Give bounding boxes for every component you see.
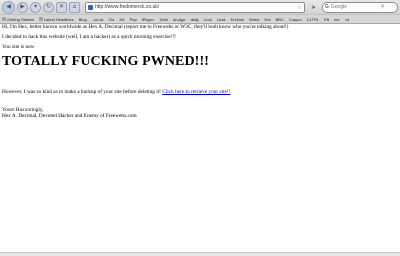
now-text: You site is now [2,44,35,50]
bookmark-item[interactable]: BBC [276,17,284,22]
google-icon: G [325,4,329,10]
window-bottom-edge [0,252,400,256]
bookmark-item[interactable]: Hot [264,17,270,22]
signature-text: Hex A. Decimal, Devoted Hacker and Enemy… [2,113,137,120]
backup-text: However, I was so kind as to make a back… [2,89,161,95]
browser-chrome: ◀ ▶ ▾ ↻ ✕ ⌂ http://www.fredomerck.co.uk/… [0,0,400,24]
bookmark-item[interactable]: daily [190,17,198,22]
bookmark-item[interactable]: Crayon [289,17,302,22]
rss-icon [38,17,43,21]
bookmark-star-icon[interactable]: ☆ [297,4,302,11]
navigation-toolbar: ◀ ▶ ▾ ↻ ✕ ⌂ http://www.fredomerck.co.uk/… [0,0,400,14]
address-bar[interactable]: http://www.fredomerck.co.uk/ ☆ [85,1,305,13]
retrieve-site-link[interactable]: Click here to retrieve your site!! [162,89,230,95]
dropdown-icon[interactable]: ▾ [30,1,41,13]
reload-icon[interactable]: ↻ [43,1,54,13]
bookmark-item[interactable]: Ctz [109,17,115,22]
forward-icon[interactable]: ▶ [17,1,28,13]
hack-text: I decided to hack this website (well, I … [2,34,176,40]
bookmark-icon [2,17,6,21]
bookmark-overflow[interactable]: »d [345,17,349,22]
address-url[interactable]: http://www.fredomerck.co.uk/ [95,4,297,10]
bookmark-item[interactable]: Leak [217,17,226,22]
backup-paragraph: However, I was so kind as to make a back… [2,89,230,95]
bookmark-item[interactable]: Erekink [231,17,244,22]
go-icon[interactable]: ➤ [309,3,318,12]
bookmark-item[interactable]: Eff [324,17,329,22]
page-headline: TOTALLY FUCKING PWNED!!! [2,54,209,69]
bookmark-item[interactable]: N4 [120,17,125,22]
bookmark-item[interactable]: Latest Headlines [38,17,74,22]
bookmark-item[interactable]: ..co.uk [92,17,104,22]
stop-icon[interactable]: ✕ [56,1,67,13]
bookmark-item[interactable]: Cool [204,17,212,22]
bookmark-item[interactable]: ree [334,17,340,22]
bookmark-item[interactable]: iPlayer [142,17,154,22]
bookmark-item[interactable]: Getting Started [2,17,34,22]
bookmark-item[interactable]: Pop [130,17,137,22]
search-input[interactable] [330,4,381,10]
bookmark-item[interactable]: drudge [173,17,185,22]
bookmark-item[interactable]: Blog [79,17,87,22]
home-icon[interactable]: ⌂ [69,1,80,13]
intro-text: Hi, I'm Hex, better known worldwide as H… [2,24,289,30]
bookmark-item[interactable]: Wired [249,17,259,22]
bookmark-item[interactable]: CLTRL [307,17,319,22]
signature-block: Yours Haxxoringly, Hex A. Decimal, Devot… [2,107,137,119]
search-icon[interactable]: ⚲ [381,4,385,10]
search-box[interactable]: G ⚲ [322,1,398,13]
site-favicon-icon [88,4,93,10]
bookmarks-toolbar: Getting Started Latest Headlines Blog ..… [0,14,400,23]
bookmark-item[interactable]: Tube [159,17,168,22]
back-icon[interactable]: ◀ [2,0,15,14]
